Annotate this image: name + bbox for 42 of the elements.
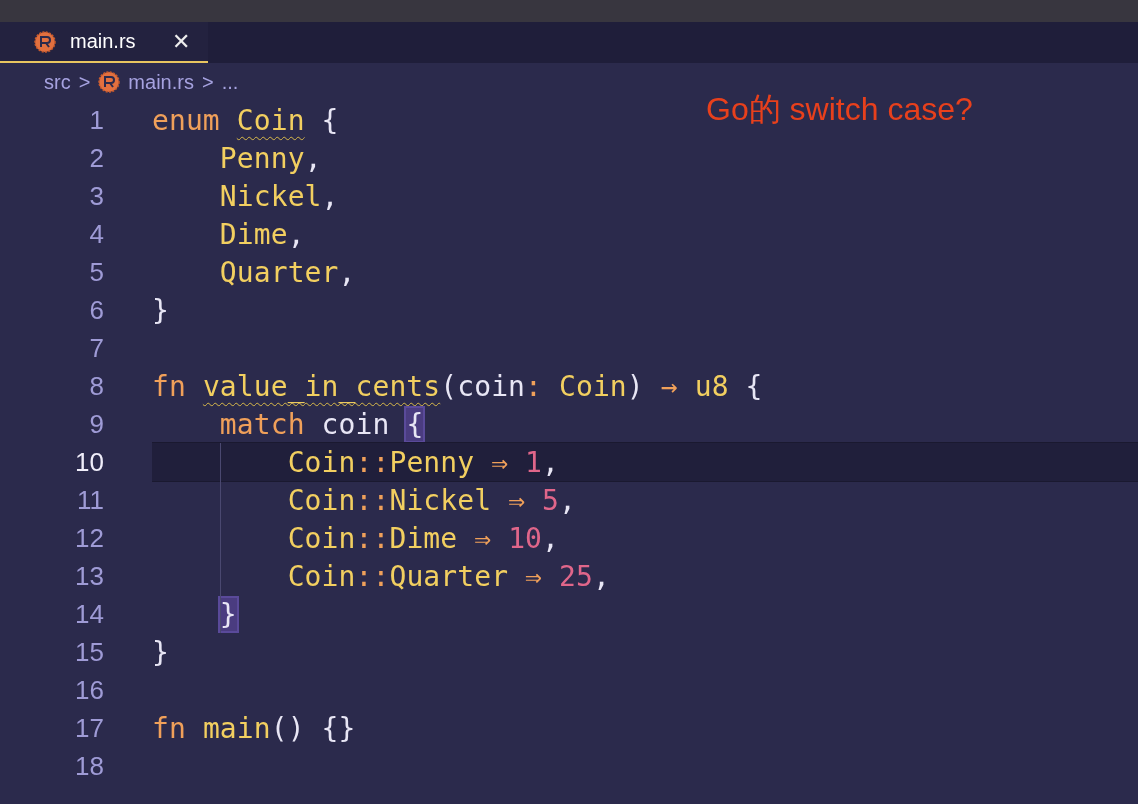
line-number: 14 <box>74 598 104 630</box>
code-line: fn value_in_cents(coin: Coin) → u8 { <box>152 368 763 405</box>
code-line: Nickel, <box>218 178 339 215</box>
breadcrumb-separator: > <box>201 70 214 94</box>
line-number: 7 <box>88 332 104 364</box>
line-number: 17 <box>74 712 104 744</box>
line-number: 12 <box>74 522 104 554</box>
close-button[interactable]: ✕ <box>171 28 190 55</box>
code-line: enum Coin { <box>152 102 339 139</box>
line-number: 6 <box>88 294 104 326</box>
line-number: 13 <box>74 560 104 592</box>
line-number: 10 <box>74 446 104 478</box>
line-number: 5 <box>88 256 104 288</box>
rust-file-icon <box>34 30 56 53</box>
code-line: Coin::Nickel ⇒ 5, <box>286 482 576 519</box>
breadcrumb-item[interactable]: main.rs <box>128 70 194 94</box>
line-number: 4 <box>88 218 104 250</box>
line-number: 16 <box>74 674 104 706</box>
line-number: 3 <box>88 180 104 212</box>
line-number: 11 <box>76 484 104 516</box>
line-number: 1 <box>88 104 104 136</box>
code-line: Penny, <box>218 140 322 177</box>
rust-file-icon <box>98 71 121 93</box>
tab-label: main.rs <box>70 30 136 53</box>
code-line: fn main() {} <box>152 710 356 747</box>
breadcrumb-item[interactable]: ... <box>221 70 239 94</box>
line-number: 15 <box>74 636 104 668</box>
editor-tab[interactable]: main.rs ✕ <box>0 22 208 63</box>
line-number: 9 <box>88 408 104 440</box>
breadcrumb-separator: > <box>78 70 91 94</box>
line-number: 18 <box>74 750 104 782</box>
annotation-text: Go的 switch case? <box>706 90 973 129</box>
breadcrumb-item[interactable]: src <box>44 70 71 94</box>
code-line: Quarter, <box>218 254 356 291</box>
code-line: } <box>152 634 169 671</box>
line-number: 2 <box>88 142 104 174</box>
code-line: Coin::Dime ⇒ 10, <box>286 520 560 557</box>
code-line: } <box>152 292 169 329</box>
code-line: Dime, <box>218 216 305 253</box>
code-line: match coin { <box>218 406 424 443</box>
code-line: Coin::Quarter ⇒ 25, <box>286 558 610 595</box>
line-number: 8 <box>88 370 104 402</box>
